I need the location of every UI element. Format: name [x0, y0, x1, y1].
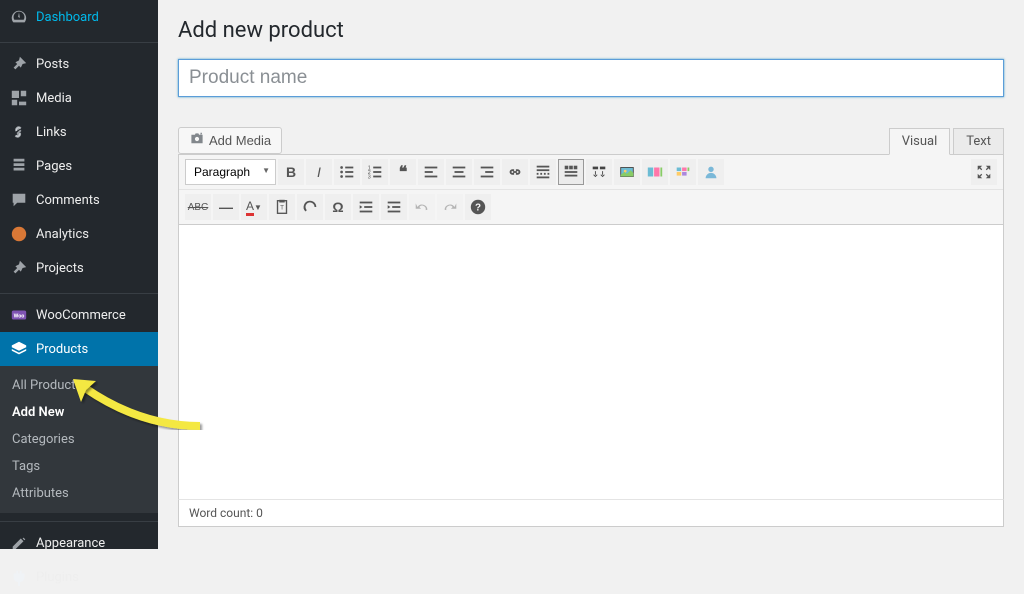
italic-button[interactable]: I: [306, 159, 332, 185]
sidebar-item-plugins[interactable]: Plugins: [0, 560, 158, 594]
sidebar-label: Comments: [36, 193, 100, 208]
sidebar-item-appearance[interactable]: Appearance: [0, 526, 158, 560]
admin-sidebar: Dashboard Posts Media Links Pages Commen…: [0, 0, 158, 549]
sidebar-label: Pages: [36, 159, 72, 174]
horizontal-rule-button[interactable]: —: [213, 194, 239, 220]
woocommerce-icon: Woo: [10, 306, 28, 324]
add-media-label: Add Media: [209, 133, 271, 148]
submenu-categories[interactable]: Categories: [0, 426, 158, 453]
submenu-add-new[interactable]: Add New: [0, 399, 158, 426]
sidebar-label: Analytics: [36, 227, 89, 242]
outdent-button[interactable]: [353, 194, 379, 220]
submenu-all-products[interactable]: All Products: [0, 372, 158, 399]
sidebar-label: Projects: [36, 261, 84, 276]
sidebar-label: Links: [36, 125, 67, 140]
tab-visual[interactable]: Visual: [889, 128, 951, 155]
sidebar-label: Media: [36, 91, 72, 106]
gallery-button[interactable]: [614, 159, 640, 185]
read-more-button[interactable]: [530, 159, 556, 185]
sidebar-label: Plugins: [36, 570, 79, 585]
add-media-button[interactable]: Add Media: [178, 127, 282, 154]
submenu-tags[interactable]: Tags: [0, 453, 158, 480]
sidebar-item-dashboard[interactable]: Dashboard: [0, 0, 158, 34]
paste-text-button[interactable]: T: [269, 194, 295, 220]
help-button[interactable]: ?: [465, 194, 491, 220]
svg-text:3: 3: [368, 174, 371, 180]
page-icon: [10, 157, 28, 175]
fullscreen-button[interactable]: [971, 159, 997, 185]
columns-button[interactable]: [586, 159, 612, 185]
link-button[interactable]: [502, 159, 528, 185]
bullet-list-button[interactable]: [334, 159, 360, 185]
svg-text:T: T: [280, 205, 284, 212]
sidebar-item-projects[interactable]: Projects: [0, 251, 158, 285]
plugins-icon: [10, 568, 28, 586]
numbered-list-button[interactable]: 123: [362, 159, 388, 185]
sidebar-item-posts[interactable]: Posts: [0, 47, 158, 81]
sidebar-item-woocommerce[interactable]: Woo WooCommerce: [0, 298, 158, 332]
toolbar-toggle-button[interactable]: [558, 159, 584, 185]
user-button[interactable]: [698, 159, 724, 185]
align-left-button[interactable]: [418, 159, 444, 185]
grid-button[interactable]: [670, 159, 696, 185]
strikethrough-button[interactable]: ABC: [185, 194, 211, 220]
sidebar-item-analytics[interactable]: Analytics: [0, 217, 158, 251]
editor-area: Add Media Visual Text Paragraph B I 123 …: [178, 127, 1004, 527]
format-select[interactable]: Paragraph: [185, 159, 276, 185]
editor-toolbar-row-2: ABC — A ▼ T Ω ?: [179, 190, 1003, 224]
pin-icon: [10, 55, 28, 73]
editor-statusbar: Word count: 0: [178, 499, 1004, 527]
link-icon: [10, 123, 28, 141]
sidebar-label: Posts: [36, 57, 69, 72]
page-title: Add new product: [178, 18, 1004, 43]
editor-toolbar-row-1: Paragraph B I 123 ❝: [179, 155, 1003, 190]
redo-button[interactable]: [437, 194, 463, 220]
clear-formatting-button[interactable]: [297, 194, 323, 220]
undo-button[interactable]: [409, 194, 435, 220]
pin-icon: [10, 259, 28, 277]
sidebar-label: WooCommerce: [36, 308, 126, 323]
sidebar-submenu: All Products Add New Categories Tags Att…: [0, 366, 158, 513]
camera-music-icon: [189, 132, 205, 149]
text-color-button[interactable]: A ▼: [241, 194, 267, 220]
sidebar-item-comments[interactable]: Comments: [0, 183, 158, 217]
sidebar-label: Dashboard: [36, 10, 99, 25]
sidebar-label: Appearance: [36, 536, 105, 551]
bold-button[interactable]: B: [278, 159, 304, 185]
sidebar-label: Products: [36, 342, 88, 357]
blockquote-button[interactable]: ❝: [390, 159, 416, 185]
appearance-icon: [10, 534, 28, 552]
svg-text:Woo: Woo: [14, 314, 25, 320]
product-name-input[interactable]: [178, 59, 1004, 97]
tab-text[interactable]: Text: [953, 128, 1004, 154]
submenu-attributes[interactable]: Attributes: [0, 480, 158, 507]
comment-icon: [10, 191, 28, 209]
svg-text:?: ?: [475, 203, 481, 214]
main-content: Add new product Add Media Visual Text Pa…: [158, 0, 1024, 549]
indent-button[interactable]: [381, 194, 407, 220]
align-right-button[interactable]: [474, 159, 500, 185]
sidebar-item-pages[interactable]: Pages: [0, 149, 158, 183]
editor-canvas[interactable]: [178, 225, 1004, 499]
media-icon: [10, 89, 28, 107]
align-center-button[interactable]: [446, 159, 472, 185]
sidebar-item-products[interactable]: Products: [0, 332, 158, 366]
word-count: Word count: 0: [189, 506, 263, 520]
special-char-button[interactable]: Ω: [325, 194, 351, 220]
sidebar-item-links[interactable]: Links: [0, 115, 158, 149]
dashboard-icon: [10, 8, 28, 26]
sidebar-item-media[interactable]: Media: [0, 81, 158, 115]
slideshow-button[interactable]: [642, 159, 668, 185]
analytics-icon: [10, 225, 28, 243]
products-icon: [10, 340, 28, 358]
